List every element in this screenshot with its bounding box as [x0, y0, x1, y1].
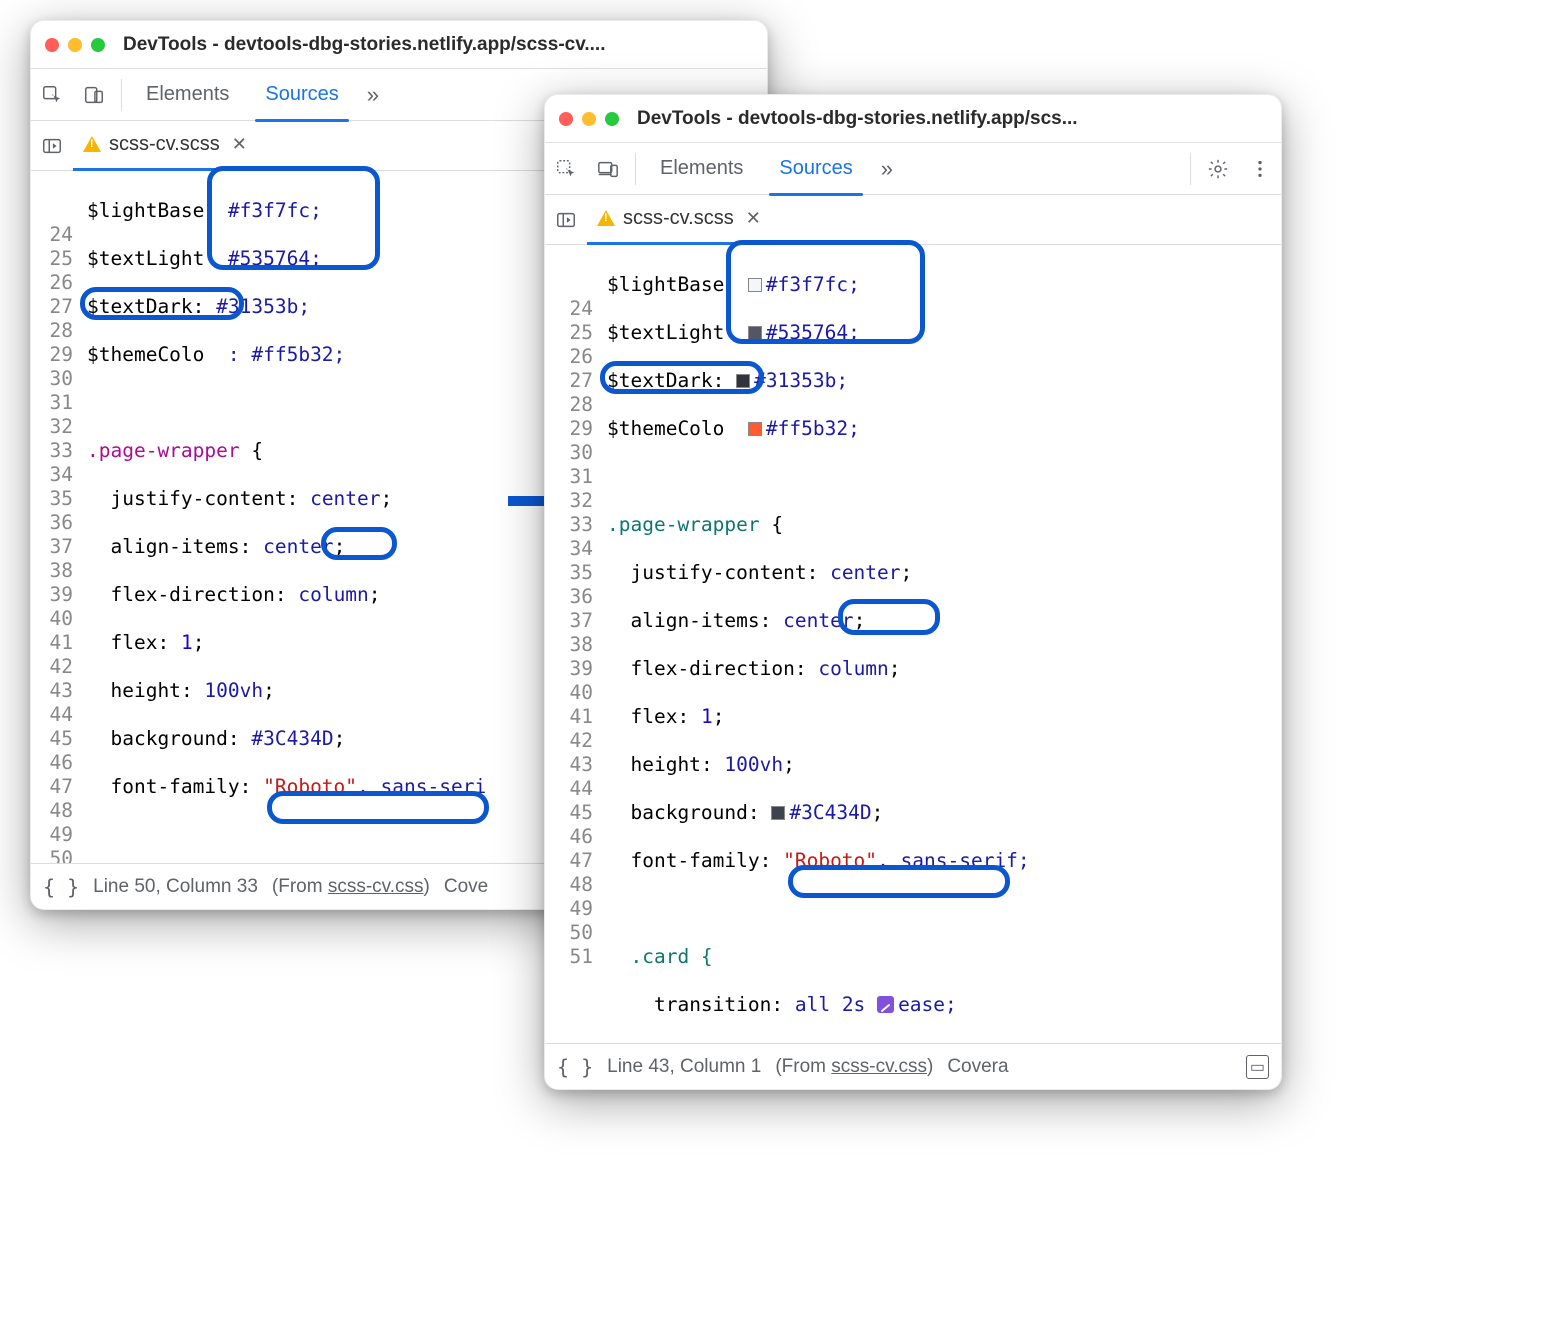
warning-icon — [597, 210, 615, 226]
filetab-row: scss-cv.scss ✕ — [545, 195, 1281, 245]
device-toggle-icon[interactable] — [73, 74, 115, 116]
close-tab-icon[interactable]: ✕ — [228, 134, 251, 155]
traffic-lights — [45, 38, 105, 52]
warning-icon — [83, 136, 101, 152]
tab-elements[interactable]: Elements — [128, 69, 247, 121]
line-gutter: 2425262728293031323334353637383940414243… — [31, 171, 81, 859]
cursor-position: Line 50, Column 33 — [93, 876, 258, 898]
titlebar: DevTools - devtools-dbg-stories.netlify.… — [31, 21, 767, 69]
minimize-icon[interactable] — [68, 38, 82, 52]
easing-swatch-icon[interactable] — [877, 996, 894, 1013]
color-swatch[interactable] — [736, 374, 750, 388]
code-editor[interactable]: 2425262728293031323334353637383940414243… — [545, 245, 1281, 1039]
color-swatch[interactable] — [771, 806, 785, 820]
color-swatch[interactable] — [748, 422, 762, 436]
kebab-menu-icon[interactable] — [1239, 148, 1281, 190]
device-toggle-icon[interactable] — [587, 148, 629, 190]
settings-icon[interactable] — [1197, 148, 1239, 190]
traffic-lights — [559, 112, 619, 126]
code-content[interactable]: $lightBase #f3f7fc; $textLight #535764; … — [601, 245, 1281, 1039]
tabs-overflow-icon[interactable]: » — [871, 156, 903, 182]
line-gutter: 2425262728293031323334353637383940414243… — [545, 245, 601, 1039]
close-icon[interactable] — [45, 38, 59, 52]
tab-sources[interactable]: Sources — [247, 69, 356, 121]
sourcemap-info: (From scss-cv.css) — [272, 876, 430, 898]
pretty-print-icon[interactable]: { } — [557, 1055, 593, 1079]
color-swatch[interactable] — [748, 278, 762, 292]
main-toolbar: Elements Sources » — [545, 143, 1281, 195]
drawer-toggle-icon[interactable]: ▭ — [1246, 1055, 1269, 1079]
titlebar: DevTools - devtools-dbg-stories.netlify.… — [545, 95, 1281, 143]
sourcemap-link[interactable]: scss-cv.css — [328, 876, 424, 897]
coverage-label[interactable]: Cove — [444, 876, 488, 898]
tab-elements[interactable]: Elements — [642, 143, 761, 195]
tab-sources[interactable]: Sources — [761, 143, 870, 195]
navigator-toggle-icon[interactable] — [31, 125, 73, 167]
window-title: DevTools - devtools-dbg-stories.netlify.… — [637, 108, 1267, 130]
navigator-toggle-icon[interactable] — [545, 199, 587, 241]
close-tab-icon[interactable]: ✕ — [742, 208, 765, 229]
pretty-print-icon[interactable]: { } — [43, 875, 79, 899]
filetab-label: scss-cv.scss — [109, 133, 220, 156]
close-icon[interactable] — [559, 112, 573, 126]
inspect-icon[interactable] — [545, 148, 587, 190]
filetab-active[interactable]: scss-cv.scss ✕ — [587, 195, 779, 245]
cursor-position: Line 43, Column 1 — [607, 1056, 761, 1078]
inspect-icon[interactable] — [31, 74, 73, 116]
maximize-icon[interactable] — [91, 38, 105, 52]
statusbar: { } Line 43, Column 1 (From scss-cv.css)… — [545, 1043, 1281, 1089]
filetab-active[interactable]: scss-cv.scss ✕ — [73, 121, 265, 171]
coverage-label[interactable]: Covera — [947, 1056, 1008, 1078]
maximize-icon[interactable] — [605, 112, 619, 126]
sourcemap-info: (From scss-cv.css) — [775, 1056, 933, 1078]
color-swatch[interactable] — [748, 326, 762, 340]
sourcemap-link[interactable]: scss-cv.css — [831, 1056, 927, 1077]
tabs-overflow-icon[interactable]: » — [357, 82, 389, 108]
devtools-window-right: DevTools - devtools-dbg-stories.netlify.… — [544, 94, 1282, 1090]
window-title: DevTools - devtools-dbg-stories.netlify.… — [123, 34, 753, 56]
minimize-icon[interactable] — [582, 112, 596, 126]
filetab-label: scss-cv.scss — [623, 207, 734, 230]
